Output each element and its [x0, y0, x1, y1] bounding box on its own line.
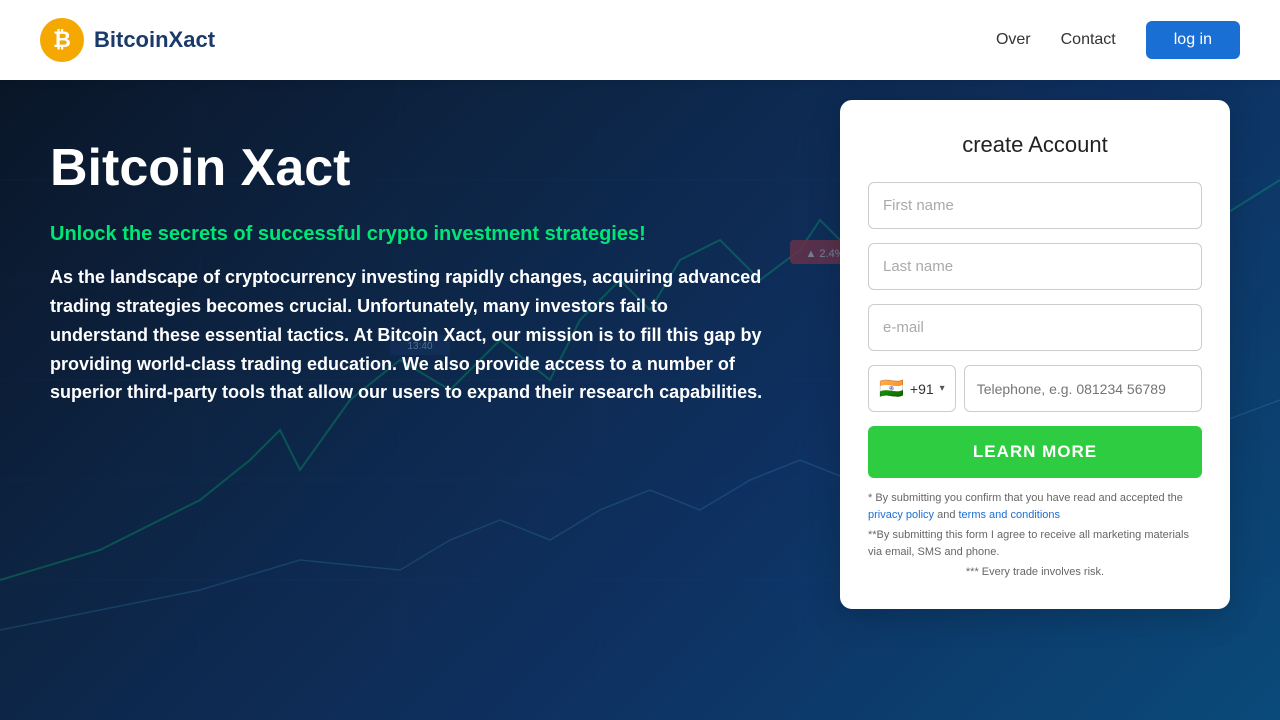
country-selector[interactable]: 🇮🇳 +91 ▾ [868, 365, 956, 412]
login-button[interactable]: log in [1146, 21, 1240, 59]
disclaimer-text-2: **By submitting this form I agree to rec… [868, 529, 1189, 558]
logo-text: BitcoinXact [94, 27, 215, 53]
terms-link[interactable]: terms and conditions [959, 509, 1061, 521]
phone-row: 🇮🇳 +91 ▾ [868, 365, 1202, 412]
navbar: ₿ BitcoinXact Over Contact log in [0, 0, 1280, 80]
hero-title: Bitcoin Xact [50, 140, 770, 197]
nav-over[interactable]: Over [996, 31, 1031, 49]
nav-links: Over Contact log in [996, 21, 1240, 59]
phone-input[interactable] [964, 365, 1202, 412]
privacy-policy-link[interactable]: privacy policy [868, 509, 934, 521]
disclaimer-text-3: *** Every trade involves risk. [966, 566, 1104, 578]
hero-body: As the landscape of cryptocurrency inves… [50, 263, 770, 407]
svg-text:₿: ₿ [53, 27, 71, 52]
email-input[interactable] [868, 304, 1202, 351]
nav-contact[interactable]: Contact [1061, 31, 1116, 49]
disclaimer-and: and [934, 509, 958, 521]
registration-form: create Account 🇮🇳 +91 ▾ LEARN MORE * By … [840, 100, 1230, 609]
flag-icon: 🇮🇳 [879, 376, 904, 401]
first-name-input[interactable] [868, 182, 1202, 229]
hero-content: Bitcoin Xact Unlock the secrets of succe… [0, 80, 820, 467]
chevron-down-icon: ▾ [940, 383, 945, 394]
hero-section: ▲ 2.4% 13:40 Bitcoin Xact Unlock the sec… [0, 80, 1280, 720]
hero-subtitle: Unlock the secrets of successful crypto … [50, 221, 770, 247]
phone-code: +91 [910, 381, 934, 397]
logo[interactable]: ₿ BitcoinXact [40, 18, 215, 62]
form-title: create Account [868, 132, 1202, 158]
disclaimer: * By submitting you confirm that you hav… [868, 490, 1202, 581]
disclaimer-text-1: * By submitting you confirm that you hav… [868, 492, 1183, 504]
learn-more-button[interactable]: LEARN MORE [868, 426, 1202, 478]
bitcoin-logo-icon: ₿ [40, 18, 84, 62]
last-name-input[interactable] [868, 243, 1202, 290]
